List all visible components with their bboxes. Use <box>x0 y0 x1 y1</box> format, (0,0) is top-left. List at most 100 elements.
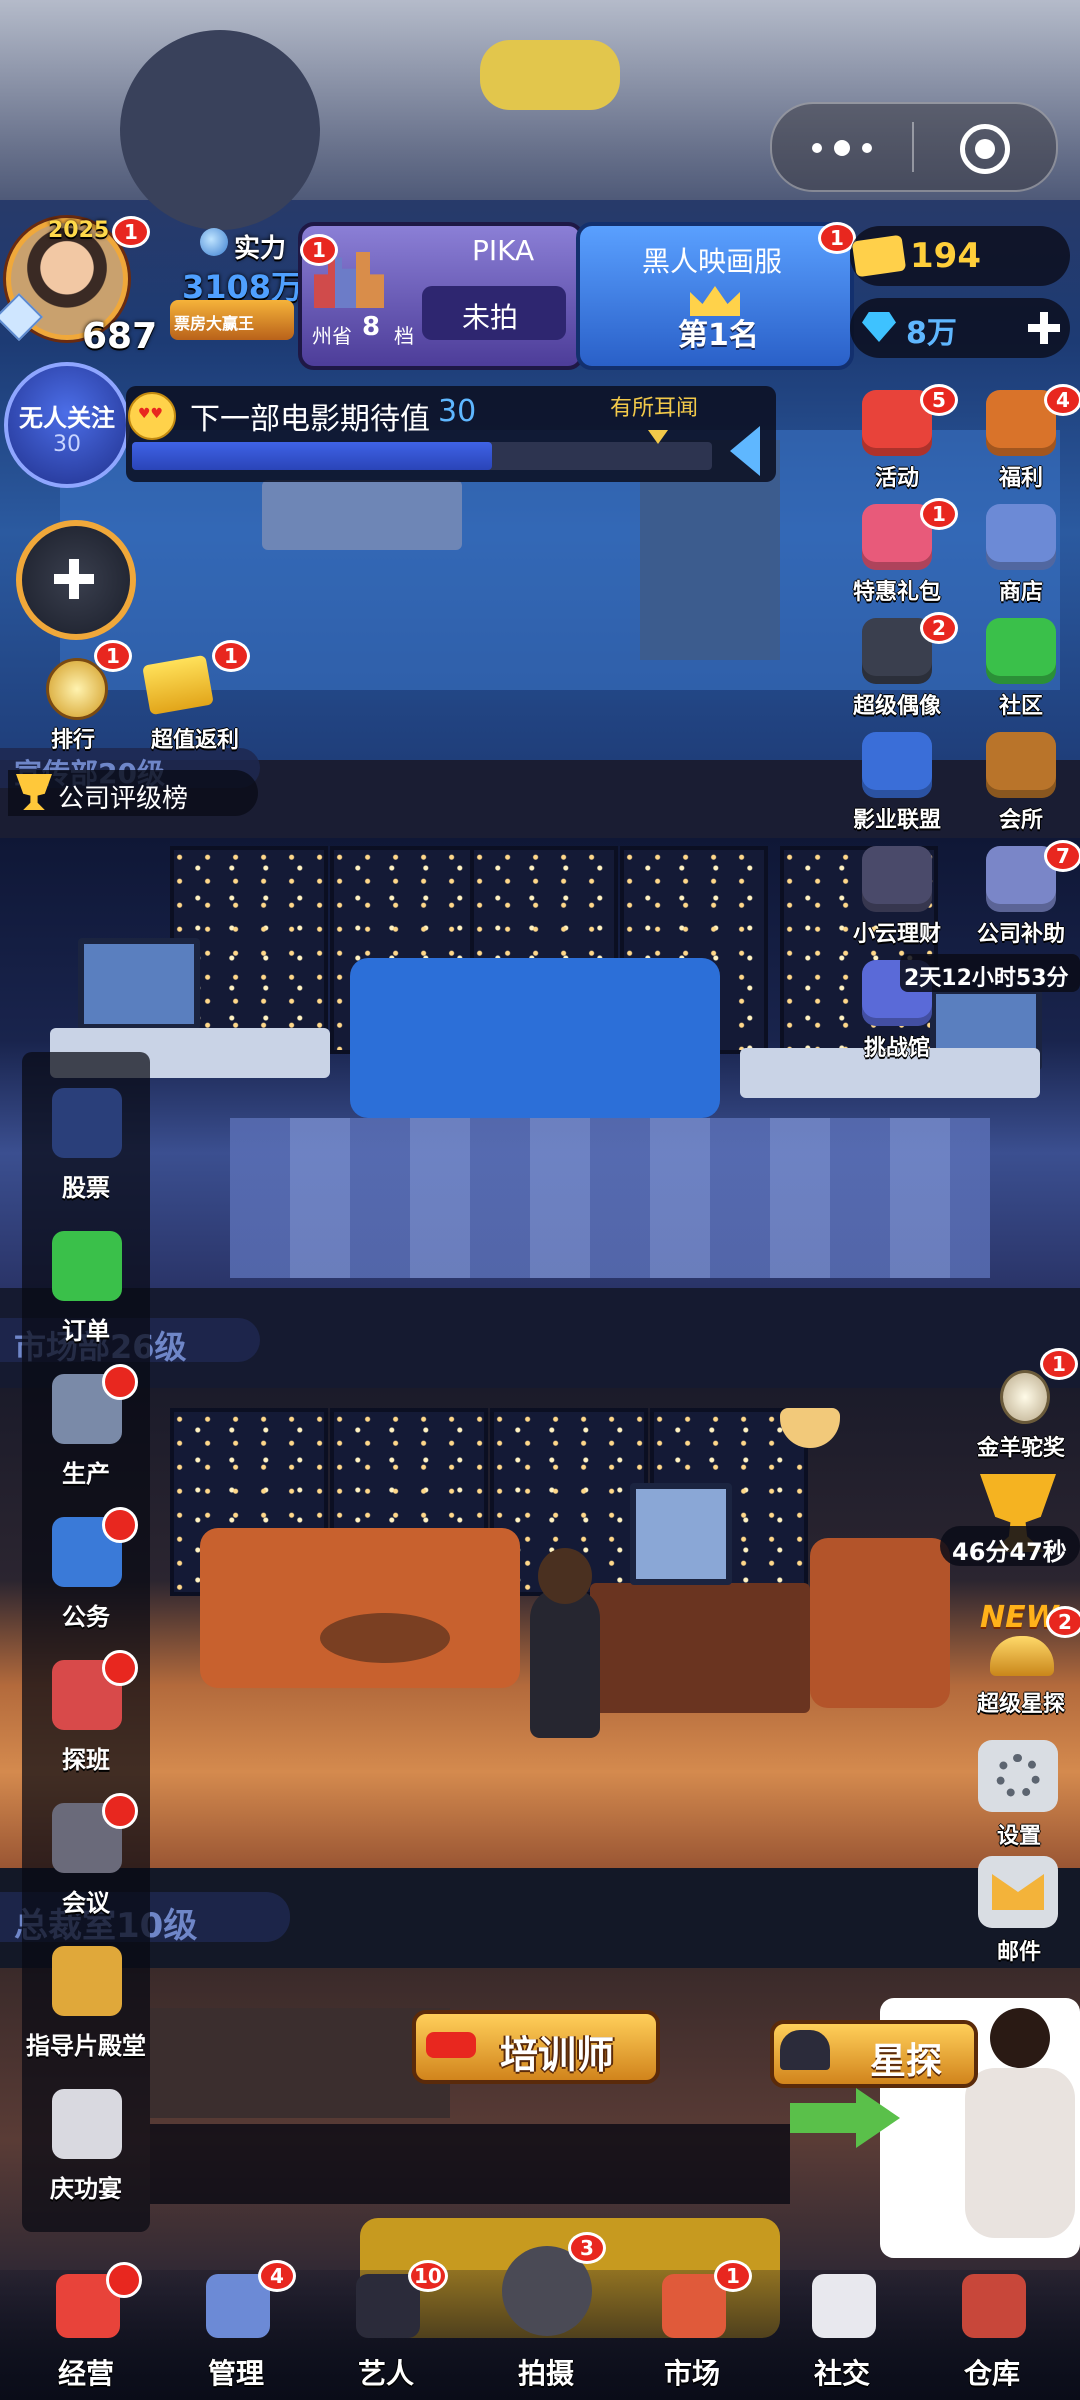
nav-tab-label: 艺人 <box>357 2357 414 2390</box>
right-button-8[interactable]: 小云理财 <box>838 840 958 950</box>
diamond-icon <box>862 312 896 342</box>
nav-tab-label: 经营 <box>57 2357 114 2390</box>
right-button-4[interactable]: 超级偶像 2 <box>838 612 958 722</box>
left-menu-label: 探班 <box>62 1746 110 1774</box>
trainer-sign[interactable]: 培训师 <box>412 2010 660 2084</box>
stage-marker-icon <box>648 430 668 444</box>
mail-button[interactable]: 邮件 <box>970 1856 1070 1966</box>
follow-orb[interactable]: 无人关注 30 <box>4 362 130 488</box>
plus-icon[interactable] <box>1028 312 1060 344</box>
left-menu-item-1[interactable]: 订单 <box>22 1223 150 1363</box>
subsidy-timer: 2天12小时53分 <box>900 954 1080 992</box>
left-menu-label: 公务 <box>62 1603 110 1631</box>
notification-dot <box>102 1650 138 1686</box>
wechat-icon <box>986 618 1056 684</box>
nav-tab-label: 市场 <box>663 2357 720 2390</box>
power-label: 实力 <box>234 234 287 264</box>
left-menu-label: 会议 <box>62 1889 110 1917</box>
nav-tab-4[interactable]: 市场 1 <box>622 2260 762 2400</box>
expectation-stage: 有所耳闻 <box>610 396 699 421</box>
star-icon <box>52 2089 122 2159</box>
safe-icon <box>862 846 932 912</box>
nav-tab-2[interactable]: 艺人 10 <box>316 2260 456 2400</box>
left-menu-item-0[interactable]: 股票 <box>22 1080 150 1220</box>
right-button-2[interactable]: 特惠礼包 1 <box>838 498 958 608</box>
right-button-0[interactable]: 活动 5 <box>838 384 958 494</box>
expectation-value: 30 <box>438 394 477 429</box>
left-menu-item-7[interactable]: 庆功宴 <box>22 2081 150 2221</box>
nav-tab-6[interactable]: 仓库 <box>922 2260 1062 2400</box>
project-panel[interactable]: PIKA 州省 8 档 未拍 <box>298 222 584 370</box>
nav-tab-label: 社交 <box>813 2357 870 2390</box>
title-ribbon: 票房大赢王 <box>170 300 294 340</box>
heart-eyes-icon: ♥♥ <box>128 392 176 440</box>
nav-tab-1[interactable]: 管理 4 <box>166 2260 306 2400</box>
right-button-9[interactable]: 公司补助 7 <box>962 840 1080 950</box>
scout-sign[interactable]: 星探 <box>770 2020 978 2088</box>
project-slot-unit: 档 <box>394 324 414 348</box>
right-button-label: 挑战馆 <box>863 1036 930 1061</box>
ranking-panel[interactable]: 黑人映画服 第1名 <box>576 222 854 370</box>
golden-award-timer: 46分47秒 <box>940 1526 1080 1566</box>
more-dots-icon[interactable] <box>812 138 882 158</box>
project-slot-number: 8 <box>362 312 381 342</box>
right-button-label: 福利 <box>998 466 1043 491</box>
right-button-badge: 2 <box>920 612 958 644</box>
left-menu-item-5[interactable]: 会议 <box>22 1793 150 1935</box>
left-menu-label: 指导片殿堂 <box>26 2032 146 2060</box>
project-status: 未拍 <box>422 286 566 340</box>
dumbbell-icon <box>426 2032 476 2058</box>
right-button-6[interactable]: 影业联盟 <box>838 726 958 836</box>
ticket-icon <box>851 234 907 278</box>
left-menu-item-2[interactable]: 生产 <box>22 1364 150 1506</box>
nav-tab-3[interactable]: 拍摄 3 <box>476 2232 616 2400</box>
globe-icon <box>200 228 228 256</box>
expectation-fill <box>132 442 492 470</box>
ticket-bar[interactable]: 194 <box>850 226 1070 286</box>
settings-button[interactable]: 设置 <box>970 1740 1070 1850</box>
left-menu-item-3[interactable]: 公务 <box>22 1507 150 1649</box>
add-button[interactable] <box>16 520 136 640</box>
diamond-bar[interactable]: 8万 <box>850 298 1070 358</box>
right-button-5[interactable]: 社区 <box>962 612 1080 722</box>
award-trophy-icon <box>52 1946 122 2016</box>
collapse-arrow-icon[interactable] <box>730 426 760 476</box>
right-button-label: 影业联盟 <box>852 808 941 833</box>
close-miniprogram-icon[interactable] <box>960 124 1010 174</box>
rank-badge: 1 <box>94 640 132 672</box>
server-name: 黑人映画服 <box>642 245 783 278</box>
nav-tab-0[interactable]: 经营 <box>16 2260 156 2400</box>
notification-dot <box>102 1793 138 1829</box>
detective-icon <box>780 2030 830 2070</box>
project-name: PIKA <box>472 234 535 267</box>
company-rank-bar[interactable]: 公司评级榜 <box>8 770 258 816</box>
golden-award-badge: 1 <box>1040 1348 1078 1380</box>
nav-tab-badge: 1 <box>714 2260 752 2292</box>
server-rank: 第1名 <box>678 318 759 353</box>
right-button-label: 公司补助 <box>976 922 1065 947</box>
notification-dot <box>102 1364 138 1400</box>
project-region: 州省 <box>312 324 352 348</box>
stopwatch-icon <box>1000 1370 1050 1424</box>
left-menu-item-6[interactable]: 指导片殿堂 <box>22 1938 150 2078</box>
left-menu-label: 生产 <box>62 1460 110 1488</box>
right-button-3[interactable]: 商店 <box>962 498 1080 608</box>
warehouse-icon <box>962 2274 1026 2338</box>
scene-ceo-room <box>0 1388 1080 1868</box>
right-button-label: 超级偶像 <box>852 694 941 719</box>
right-button-label: 特惠礼包 <box>852 580 941 605</box>
left-menu-label: 股票 <box>62 1174 110 1202</box>
coupon-icon <box>142 654 214 716</box>
stock-chart-icon <box>52 1088 122 1158</box>
right-button-label: 社区 <box>998 694 1043 719</box>
chat-strip <box>150 2124 790 2204</box>
left-menu-item-4[interactable]: 探班 <box>22 1650 150 1792</box>
right-button-badge: 4 <box>1044 384 1080 416</box>
coffee-cup-icon <box>812 2274 876 2338</box>
right-button-badge: 5 <box>920 384 958 416</box>
nav-tab-5[interactable]: 社交 <box>772 2260 912 2400</box>
nav-tab-badge: 4 <box>258 2260 296 2292</box>
nav-tab-badge: 10 <box>408 2260 448 2292</box>
right-button-1[interactable]: 福利 4 <box>962 384 1080 494</box>
right-button-7[interactable]: 会所 <box>962 726 1080 836</box>
